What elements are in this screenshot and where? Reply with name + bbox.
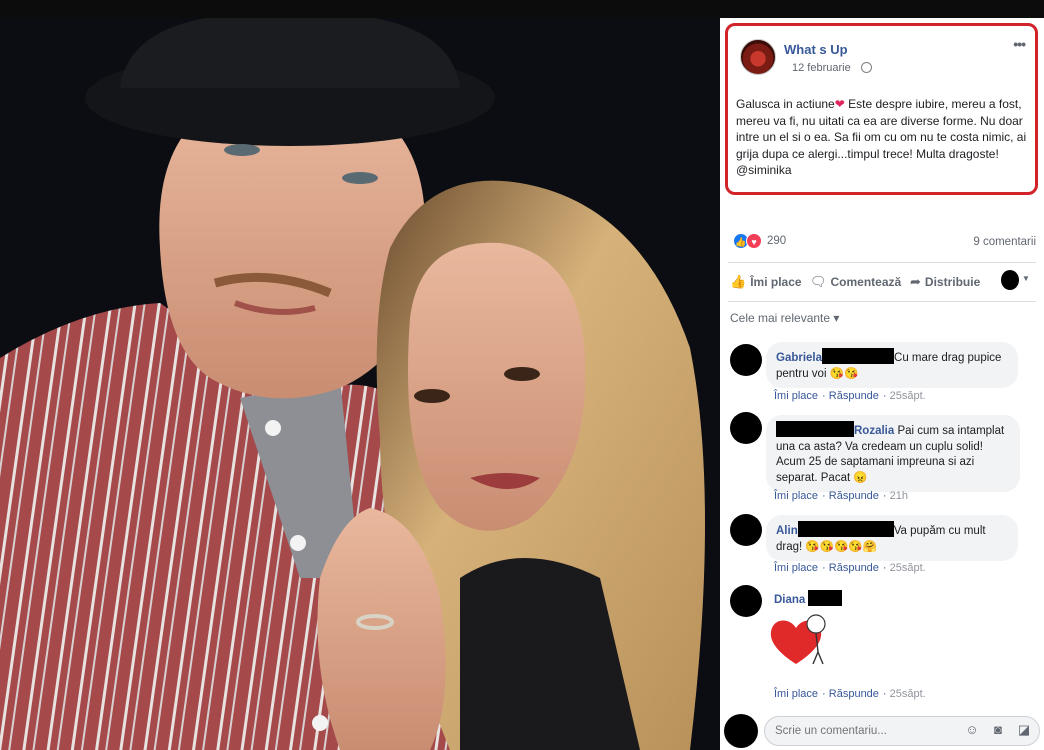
reaction-count[interactable]: 290 bbox=[767, 235, 786, 247]
commenter-name[interactable]: Alin bbox=[776, 525, 798, 537]
comment-like-link[interactable]: Îmi place bbox=[774, 562, 818, 574]
comment-reply-link[interactable]: Răspunde bbox=[829, 390, 879, 402]
page-avatar[interactable] bbox=[740, 39, 776, 75]
comment-actions: Îmi place · Răspunde · 21h bbox=[774, 490, 909, 502]
comment-composer: ☺ ◙ ◪ bbox=[720, 712, 1044, 750]
comment-header: Diana bbox=[774, 590, 843, 606]
chevron-down-icon[interactable]: ▼ bbox=[1022, 274, 1030, 283]
comment-reply-link[interactable]: Răspunde bbox=[829, 688, 879, 700]
divider bbox=[728, 262, 1036, 263]
comment-time[interactable]: 25săpt. bbox=[890, 688, 926, 700]
comment-time[interactable]: 25săpt. bbox=[890, 390, 926, 402]
comment-actions: Îmi place · Răspunde · 25săpt. bbox=[774, 390, 926, 402]
thumbs-up-icon: 👍 bbox=[730, 274, 747, 289]
redacted-name bbox=[808, 590, 843, 606]
comment-reply-link[interactable]: Răspunde bbox=[829, 490, 879, 502]
comment-count[interactable]: 9 comentarii bbox=[973, 236, 1036, 248]
current-user-avatar bbox=[724, 714, 758, 748]
share-button[interactable]: ➦ Distribuie bbox=[910, 272, 980, 292]
sticker-icon[interactable]: ◪ bbox=[1016, 722, 1032, 738]
emoji-icon[interactable]: ☺ bbox=[964, 722, 980, 738]
share-icon: ➦ bbox=[910, 274, 921, 289]
post-side-panel: What s Up 12 februarie ••• Galusca in ac… bbox=[720, 18, 1044, 750]
comment-like-link[interactable]: Îmi place bbox=[774, 688, 818, 700]
commenter-avatar[interactable] bbox=[730, 514, 762, 546]
comment-like-link[interactable]: Îmi place bbox=[774, 490, 818, 502]
comment-bubble: Gabriela Cu mare drag pupice pentru voi 😘… bbox=[766, 342, 1018, 388]
commenter-name[interactable]: Gabriela bbox=[776, 352, 822, 364]
redacted-name bbox=[797, 521, 894, 537]
more-options-icon[interactable]: ••• bbox=[1013, 36, 1026, 52]
comment-time[interactable]: 21h bbox=[890, 490, 908, 502]
comment-label: Comentează bbox=[830, 275, 902, 289]
comment-time[interactable]: 25săpt. bbox=[890, 562, 926, 574]
comment-bubble: Alin Va pupăm cu mult drag! 😘😘😘😘🤗 bbox=[766, 515, 1018, 561]
heart-sticker bbox=[770, 614, 826, 665]
commenter-name[interactable]: Rozalia bbox=[854, 425, 894, 437]
comment-bubble: Rozalia Pai cum sa intamplat una ca asta… bbox=[766, 415, 1020, 492]
commenter-avatar[interactable] bbox=[730, 412, 762, 444]
redacted-name bbox=[822, 348, 895, 364]
highlighted-post-header: What s Up 12 februarie ••• Galusca in ac… bbox=[725, 23, 1038, 195]
post-as-avatar[interactable] bbox=[1001, 270, 1019, 290]
love-reaction-icon: ♥ bbox=[746, 233, 762, 249]
share-label: Distribuie bbox=[924, 275, 981, 289]
comment-button[interactable]: 🗨 Comentează bbox=[810, 272, 901, 292]
comment-actions: Îmi place · Răspunde · 25săpt. bbox=[774, 562, 926, 574]
comment-like-link[interactable]: Îmi place bbox=[774, 390, 818, 402]
post-date[interactable]: 12 februarie bbox=[792, 62, 851, 74]
post-photo[interactable] bbox=[0, 18, 720, 750]
page-name[interactable]: What s Up bbox=[784, 42, 848, 57]
commenter-name[interactable]: Diana bbox=[774, 594, 805, 606]
like-label: Îmi place bbox=[750, 275, 802, 289]
heart-emoji: ❤ bbox=[834, 97, 845, 111]
divider bbox=[728, 301, 1036, 302]
camera-icon[interactable]: ◙ bbox=[990, 722, 1006, 738]
top-dark-strip bbox=[0, 0, 1044, 18]
redacted-name bbox=[776, 421, 854, 437]
post-text: Galusca in actiune❤ Este despre iubire, … bbox=[736, 96, 1034, 179]
commenter-avatar[interactable] bbox=[730, 585, 762, 617]
comment-reply-link[interactable]: Răspunde bbox=[829, 562, 879, 574]
comment-sort-dropdown[interactable]: Cele mai relevante ▾ bbox=[730, 311, 839, 325]
commenter-avatar[interactable] bbox=[730, 344, 762, 376]
comment-icon: 🗨 bbox=[810, 274, 827, 289]
post-mention[interactable]: @siminika bbox=[736, 163, 792, 177]
comment-actions: Îmi place · Răspunde · 25săpt. bbox=[774, 688, 926, 700]
like-button[interactable]: 👍 Îmi place bbox=[730, 272, 802, 292]
globe-icon bbox=[861, 62, 872, 73]
post-text-intro: Galusca in actiune bbox=[736, 97, 835, 111]
